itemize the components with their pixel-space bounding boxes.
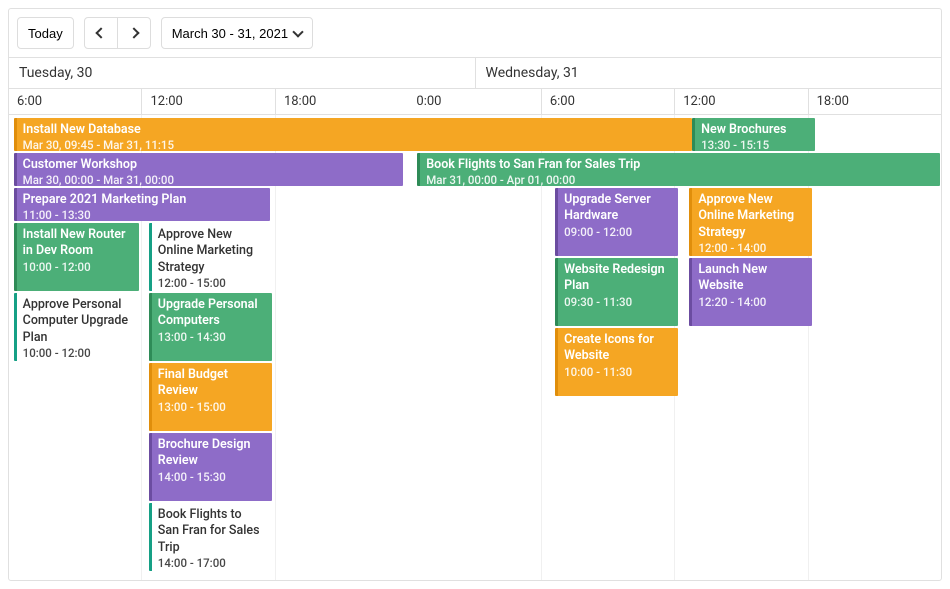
day-headers: Tuesday, 30 Wednesday, 31 bbox=[9, 57, 941, 88]
nav-group bbox=[84, 17, 151, 49]
appointment-time: Mar 31, 00:00 - Apr 01, 00:00 bbox=[426, 173, 934, 186]
appointment-time: 10:00 - 11:30 bbox=[564, 365, 672, 380]
appointment-title: Brochure Design Review bbox=[158, 437, 266, 470]
appointment[interactable]: Upgrade Personal Computers13:00 - 14:30 bbox=[149, 293, 272, 361]
appointment-title: Book Flights to San Fran for Sales Trip bbox=[158, 507, 266, 556]
appointment[interactable]: Install New DatabaseMar 30, 09:45 - Mar … bbox=[14, 118, 692, 151]
appointment[interactable]: Prepare 2021 Marketing Plan11:00 - 13:30 bbox=[14, 188, 270, 221]
appointment-time: 10:00 - 12:00 bbox=[23, 260, 134, 275]
time-cell: 12:00 bbox=[142, 89, 275, 114]
appointment-time: 13:00 - 15:00 bbox=[158, 400, 266, 415]
date-range-label: March 30 - 31, 2021 bbox=[172, 26, 288, 41]
appointment[interactable]: Create Icons for Website10:00 - 11:30 bbox=[555, 328, 678, 396]
appointment-title: Approve New Online Marketing Strategy bbox=[698, 192, 806, 241]
appointment-time: 13:30 - 15:15 bbox=[701, 138, 809, 151]
appointment[interactable]: New Brochures13:30 - 15:15 bbox=[692, 118, 815, 151]
appointment-time: 11:00 - 13:30 bbox=[23, 208, 264, 221]
appointment-time: 09:00 - 12:00 bbox=[564, 225, 672, 240]
appointment-time: 14:00 - 15:30 bbox=[158, 470, 266, 485]
appointment[interactable]: Book Flights to San Fran for Sales Trip1… bbox=[149, 503, 272, 571]
appointment-title: Upgrade Server Hardware bbox=[564, 192, 672, 225]
appointment-title: Install New Database bbox=[23, 122, 686, 138]
appointment-time: 10:00 - 12:00 bbox=[23, 346, 134, 361]
time-day-1: 0:00 6:00 12:00 18:00 bbox=[408, 89, 941, 114]
appointment[interactable]: Final Budget Review13:00 - 15:00 bbox=[149, 363, 272, 431]
appointment-time: 12:00 - 14:00 bbox=[698, 241, 806, 256]
chevron-down-icon bbox=[292, 26, 303, 37]
appointment[interactable]: Upgrade Server Hardware09:00 - 12:00 bbox=[555, 188, 678, 256]
appointment-time: 12:20 - 14:00 bbox=[698, 295, 806, 310]
time-cell: 6:00 bbox=[9, 89, 142, 114]
appointment[interactable]: Launch New Website12:20 - 14:00 bbox=[689, 258, 812, 326]
appointment-title: Book Flights to San Fran for Sales Trip bbox=[426, 157, 934, 173]
toolbar: Today March 30 - 31, 2021 bbox=[9, 9, 941, 57]
day-header-1: Wednesday, 31 bbox=[476, 58, 942, 88]
appointment-title: New Brochures bbox=[701, 122, 809, 138]
appointment-time: 12:00 - 15:00 bbox=[158, 276, 266, 291]
appointment-time: Mar 30, 09:45 - Mar 31, 11:15 bbox=[23, 138, 686, 151]
today-button[interactable]: Today bbox=[17, 17, 74, 49]
appointment-time: 14:00 - 17:00 bbox=[158, 556, 266, 571]
appointment-title: Install New Router in Dev Room bbox=[23, 227, 134, 260]
scheduler: Today March 30 - 31, 2021 Tuesday, 30 We… bbox=[8, 8, 942, 581]
appointment[interactable]: Customer WorkshopMar 30, 00:00 - Mar 31,… bbox=[14, 153, 404, 186]
appointment[interactable]: Brochure Design Review14:00 - 15:30 bbox=[149, 433, 272, 501]
appointment[interactable]: Website Redesign Plan09:30 - 11:30 bbox=[555, 258, 678, 326]
appointment-title: Approve New Online Marketing Strategy bbox=[158, 227, 266, 276]
date-range-button[interactable]: March 30 - 31, 2021 bbox=[161, 17, 313, 49]
chevron-left-icon bbox=[95, 27, 106, 38]
time-cell: 18:00 bbox=[276, 89, 408, 114]
next-button[interactable] bbox=[117, 17, 151, 49]
appointment-title: Final Budget Review bbox=[158, 367, 266, 400]
appointment-title: Upgrade Personal Computers bbox=[158, 297, 266, 330]
time-cell: 12:00 bbox=[675, 89, 808, 114]
appointment[interactable]: Book Flights to San Fran for Sales TripM… bbox=[417, 153, 940, 186]
appointment-time: Mar 30, 00:00 - Mar 31, 00:00 bbox=[23, 173, 398, 186]
appointment-title: Approve Personal Computer Upgrade Plan bbox=[23, 297, 134, 346]
chevron-right-icon bbox=[128, 27, 139, 38]
appointment-title: Website Redesign Plan bbox=[564, 262, 672, 295]
appointment-time: 09:30 - 11:30 bbox=[564, 295, 672, 310]
time-day-0: 6:00 12:00 18:00 bbox=[9, 89, 408, 114]
appointment-title: Create Icons for Website bbox=[564, 332, 672, 365]
appointment[interactable]: Approve New Online Marketing Strategy12:… bbox=[689, 188, 812, 256]
time-cell: 0:00 bbox=[408, 89, 541, 114]
appointments-grid[interactable]: Install New DatabaseMar 30, 09:45 - Mar … bbox=[9, 115, 941, 580]
time-cell: 6:00 bbox=[542, 89, 675, 114]
time-cell: 18:00 bbox=[809, 89, 941, 114]
prev-button[interactable] bbox=[84, 17, 118, 49]
appointment-title: Customer Workshop bbox=[23, 157, 398, 173]
time-ruler: 6:00 12:00 18:00 0:00 6:00 12:00 18:00 bbox=[9, 88, 941, 115]
appointment-time: 13:00 - 14:30 bbox=[158, 330, 266, 345]
appointment[interactable]: Approve New Online Marketing Strategy12:… bbox=[149, 223, 272, 291]
appointment-title: Launch New Website bbox=[698, 262, 806, 295]
appointment-title: Prepare 2021 Marketing Plan bbox=[23, 192, 264, 208]
appointment[interactable]: Install New Router in Dev Room10:00 - 12… bbox=[14, 223, 140, 291]
appointment[interactable]: Approve Personal Computer Upgrade Plan10… bbox=[14, 293, 140, 361]
day-header-0: Tuesday, 30 bbox=[9, 58, 476, 88]
